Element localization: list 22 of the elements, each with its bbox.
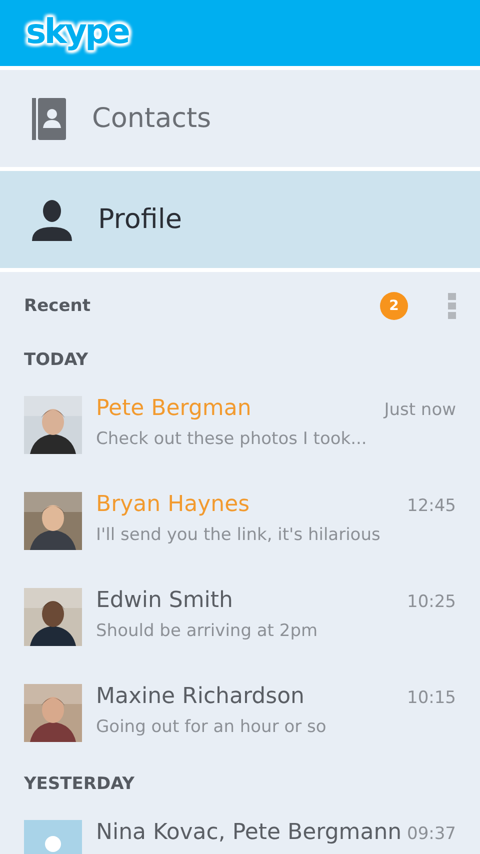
contact-name[interactable]: Edwin Smith	[96, 588, 233, 613]
message-preview: Going out for an hour or so	[96, 717, 328, 737]
message-time: 09:37	[407, 824, 456, 844]
message-time: 10:15	[407, 688, 456, 708]
message-preview: I'll send you the link, it's hilarious	[96, 525, 382, 545]
section-title: Recent	[24, 296, 92, 316]
message-preview: Should be arriving at 2pm	[96, 621, 319, 641]
person-icon	[32, 198, 72, 240]
nav-item[interactable]: Contacts	[0, 70, 480, 167]
message-time: 10:25	[407, 592, 456, 612]
message-time: 12:45	[407, 496, 456, 516]
logo: skype	[20, 10, 134, 56]
unread-count-badge: 2	[380, 292, 408, 320]
message-preview: Check out these photos I took...	[96, 429, 368, 449]
overflow-menu-icon[interactable]	[448, 293, 456, 319]
message-time: Just now	[384, 400, 456, 420]
group-heading: TODAY	[24, 349, 89, 372]
group-heading: YESTERDAY	[24, 773, 136, 796]
contact-name[interactable]: Nina Kovac, Pete Bergmann	[96, 820, 402, 845]
nav-item[interactable]: Profile	[0, 171, 480, 268]
address-book-icon	[32, 98, 66, 140]
contact-name[interactable]: Maxine Richardson	[96, 684, 304, 709]
